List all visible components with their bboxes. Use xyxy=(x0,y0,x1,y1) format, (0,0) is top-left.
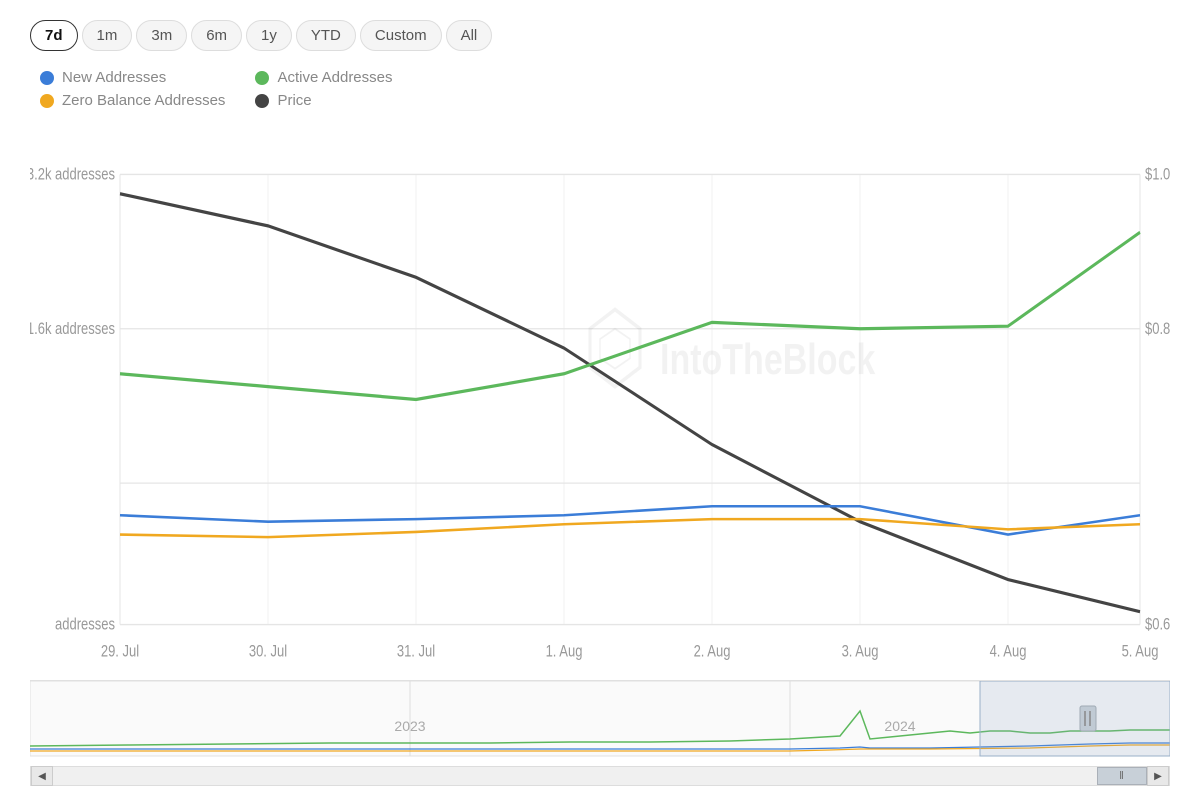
legend-dot-0 xyxy=(40,71,54,85)
main-chart-area: 3.2k addresses 1.6k addresses addresses … xyxy=(30,123,1170,676)
main-chart-svg: 3.2k addresses 1.6k addresses addresses … xyxy=(30,123,1170,676)
scroll-right-button[interactable]: ▶ xyxy=(1147,766,1169,786)
navigator-area: 2023 2024 ◀ xyxy=(30,680,1170,780)
legend-dot-1 xyxy=(40,94,54,108)
main-container: 7d1m3m6m1yYTDCustomAll New Addresses Zero… xyxy=(0,0,1200,800)
svg-text:$0.800000: $0.800000 xyxy=(1145,319,1170,338)
svg-text:2. Aug: 2. Aug xyxy=(694,642,731,661)
svg-text:31. Jul: 31. Jul xyxy=(397,642,435,661)
svg-text:addresses: addresses xyxy=(55,615,115,634)
time-btn-custom[interactable]: Custom xyxy=(360,20,442,51)
svg-text:29. Jul: 29. Jul xyxy=(101,642,139,661)
legend-label-0: New Addresses xyxy=(62,69,166,86)
svg-text:4. Aug: 4. Aug xyxy=(990,642,1027,661)
legend-label-1: Zero Balance Addresses xyxy=(62,92,225,109)
svg-text:2024: 2024 xyxy=(884,718,915,734)
time-btn-1y[interactable]: 1y xyxy=(246,20,292,51)
time-btn-7d[interactable]: 7d xyxy=(30,20,78,51)
svg-text:3.2k addresses: 3.2k addresses xyxy=(30,165,115,184)
svg-text:1.6k addresses: 1.6k addresses xyxy=(30,319,115,338)
time-btn-3m[interactable]: 3m xyxy=(136,20,187,51)
legend-label-2: Active Addresses xyxy=(277,69,392,86)
navigator-svg: 2023 2024 xyxy=(30,681,1170,761)
legend-dot-2 xyxy=(255,71,269,85)
time-btn-ytd[interactable]: YTD xyxy=(296,20,356,51)
legend-item-1: Zero Balance Addresses xyxy=(40,92,225,109)
legend-label-3: Price xyxy=(277,92,311,109)
scroll-thumb[interactable]: ‖ xyxy=(1097,767,1147,785)
scroll-left-button[interactable]: ◀ xyxy=(31,766,53,786)
time-btn-6m[interactable]: 6m xyxy=(191,20,242,51)
svg-text:5. Aug: 5. Aug xyxy=(1122,642,1159,661)
svg-text:IntoTheBlock: IntoTheBlock xyxy=(660,336,875,384)
navigator-scrollbar: ◀ ‖ ▶ xyxy=(30,766,1170,786)
svg-text:30. Jul: 30. Jul xyxy=(249,642,287,661)
scroll-thumb-handle: ‖ xyxy=(1119,770,1125,782)
chart-legend: New Addresses Zero Balance Addresses Activ… xyxy=(30,69,1170,109)
svg-text:$0.600000: $0.600000 xyxy=(1145,615,1170,634)
legend-dot-3 xyxy=(255,94,269,108)
svg-text:1. Aug: 1. Aug xyxy=(546,642,583,661)
time-btn-1m[interactable]: 1m xyxy=(82,20,133,51)
svg-text:$1.00: $1.00 xyxy=(1145,165,1170,184)
time-range-selector: 7d1m3m6m1yYTDCustomAll xyxy=(30,20,1170,51)
chart-wrapper: 3.2k addresses 1.6k addresses addresses … xyxy=(30,123,1170,780)
time-btn-all[interactable]: All xyxy=(446,20,493,51)
legend-item-3: Price xyxy=(255,92,392,109)
svg-text:3. Aug: 3. Aug xyxy=(842,642,879,661)
scroll-track[interactable]: ‖ xyxy=(53,767,1147,785)
legend-item-0: New Addresses xyxy=(40,69,225,86)
legend-item-2: Active Addresses xyxy=(255,69,392,86)
